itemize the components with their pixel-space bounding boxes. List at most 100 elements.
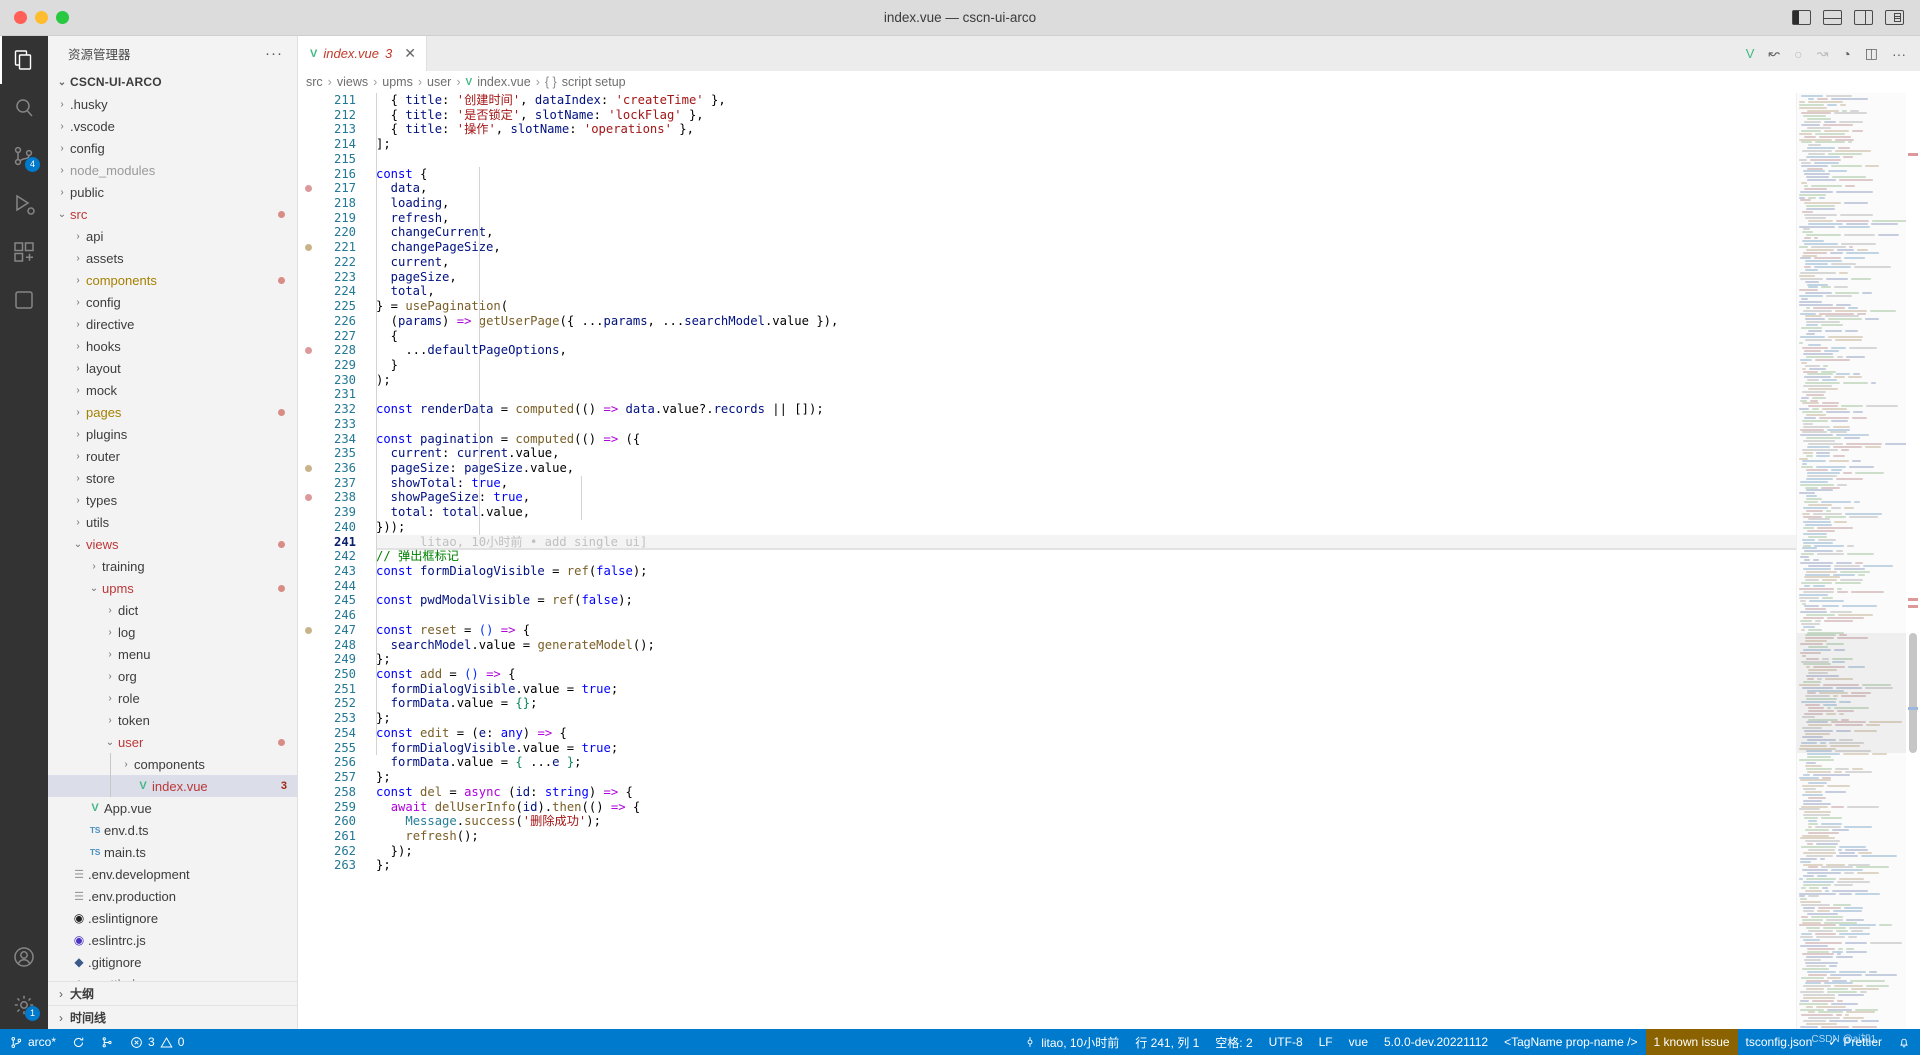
chevron-right-icon[interactable]: › [54,99,70,110]
tree-item[interactable]: › hooks [48,335,297,357]
code-line[interactable]: pageSize, [376,270,1796,285]
code-line[interactable]: formDialogVisible.value = true; [376,741,1796,756]
tree-item[interactable]: › components [48,269,297,291]
activity-accounts[interactable] [0,933,48,981]
tree-item[interactable]: › utils [48,511,297,533]
code-line[interactable]: }; [376,652,1796,667]
code-line[interactable]: pageSize: pageSize.value, [376,461,1796,476]
tree-item[interactable]: ◉ .eslintrc.js [48,929,297,951]
tree-item[interactable]: › pages [48,401,297,423]
status-tsconfig[interactable]: tsconfig.json [1738,1029,1821,1055]
code-line[interactable]: total: total.value, [376,505,1796,520]
code-line[interactable]: const pwdModalVisible = ref(false); [376,593,1796,608]
chevron-right-icon[interactable]: › [70,429,86,440]
breadcrumb-item[interactable]: script setup [562,75,626,89]
tree-item[interactable]: › role [48,687,297,709]
close-window-button[interactable] [14,11,27,24]
status-branch[interactable]: arco* [2,1029,64,1055]
status-known-issue[interactable]: 1 known issue [1645,1029,1738,1055]
status-blame[interactable]: litao, 10小时前 [1016,1029,1127,1055]
code-line[interactable]: { title: '是否锁定', slotName: 'lockFlag' }, [376,108,1796,123]
chevron-right-icon[interactable]: › [70,407,86,418]
code-line[interactable]: const edit = (e: any) => { [376,726,1796,741]
code-line[interactable]: { title: '操作', slotName: 'operations' }, [376,122,1796,137]
code-line[interactable]: }; [376,858,1796,873]
clock-icon[interactable]: ◔ [1842,46,1850,62]
window-controls[interactable] [0,11,69,24]
chevron-right-icon[interactable]: › [102,693,118,704]
code-line[interactable]: const reset = () => { [376,623,1796,638]
code-line[interactable]: const pagination = computed(() => ({ [376,432,1796,447]
chevron-right-icon[interactable]: › [70,451,86,462]
tree-item[interactable]: ☰ .env.production [48,885,297,907]
tree-item[interactable]: ⌄ views [48,533,297,555]
status-eol[interactable]: LF [1311,1029,1341,1055]
chevron-right-icon[interactable]: › [54,187,70,198]
chevron-right-icon[interactable]: › [70,385,86,396]
breadcrumb-item[interactable]: user [427,75,451,89]
layout-controls[interactable] [1792,10,1920,25]
file-tree[interactable]: ⌄ CSCN-UI-ARCO › .husky › .vscode › config › no… [48,71,297,981]
tree-item[interactable]: › components [48,753,297,775]
code-line[interactable]: formDialogVisible.value = true; [376,682,1796,697]
breadcrumb-item[interactable]: upms [382,75,413,89]
tree-item[interactable]: › types [48,489,297,511]
code-line[interactable]: })); [376,520,1796,535]
tree-item[interactable]: ☰ .env.development [48,863,297,885]
code-line[interactable]: formData.value = { ...e }; [376,755,1796,770]
chevron-right-icon[interactable]: › [54,121,70,132]
code-line[interactable]: const { [376,167,1796,182]
chevron-right-icon[interactable]: › [118,759,134,770]
code-line[interactable] [376,387,1796,402]
chevron-right-icon[interactable]: › [70,231,86,242]
customize-layout-icon[interactable] [1885,10,1904,25]
code-line[interactable]: } [376,358,1796,373]
chevron-down-icon[interactable]: ⌄ [102,737,118,748]
status-cursor-position[interactable]: 行 241, 列 1 [1127,1029,1207,1055]
code-line[interactable]: ); [376,373,1796,388]
chevron-right-icon[interactable]: › [70,495,86,506]
tree-item[interactable]: › layout [48,357,297,379]
tree-item[interactable]: › org [48,665,297,687]
tab-index-vue[interactable]: V index.vue 3 ✕ [298,36,427,71]
split-editor-icon[interactable]: ◫ [1865,45,1878,62]
tree-item[interactable]: › menu [48,643,297,665]
code-line[interactable]: refresh(); [376,829,1796,844]
tree-item[interactable]: › training [48,555,297,577]
minimize-window-button[interactable] [35,11,48,24]
tree-root-row[interactable]: ⌄ CSCN-UI-ARCO [48,71,297,93]
tree-item[interactable]: › .husky [48,93,297,115]
code-line[interactable]: { title: '创建时间', dataIndex: 'createTime'… [376,93,1796,108]
panel-bottom-icon[interactable] [1823,10,1842,25]
tree-item[interactable]: TS env.d.ts [48,819,297,841]
tree-item[interactable]: ⌄ upms [48,577,297,599]
chevron-right-icon[interactable]: › [102,605,118,616]
chevron-right-icon[interactable]: › [70,341,86,352]
activity-settings[interactable]: 1 [0,981,48,1029]
code-line[interactable]: const del = async (id: string) => { [376,785,1796,800]
breadcrumb-item[interactable]: src [306,75,323,89]
chevron-right-icon[interactable]: › [70,253,86,264]
editor-scrollbar[interactable] [1906,93,1920,1029]
chevron-right-icon[interactable]: › [102,671,118,682]
tree-item[interactable]: › node_modules [48,159,297,181]
status-indentation[interactable]: 空格: 2 [1207,1029,1260,1055]
status-notifications[interactable] [1890,1029,1918,1055]
minimap[interactable] [1796,93,1906,1029]
tree-item[interactable]: ◆ .prettierignore [48,973,297,982]
chevron-right-icon[interactable]: › [102,627,118,638]
chevron-right-icon[interactable]: › [70,517,86,528]
tree-item[interactable]: › directive [48,313,297,335]
tree-item[interactable]: › .vscode [48,115,297,137]
maximize-window-button[interactable] [56,11,69,24]
circle-icon[interactable]: ○ [1794,46,1802,62]
code-line[interactable]: changeCurrent, [376,225,1796,240]
activity-source-control[interactable]: 4 [0,132,48,180]
chevron-right-icon[interactable]: › [70,275,86,286]
tree-item[interactable]: › store [48,467,297,489]
chevron-right-icon[interactable]: › [86,561,102,572]
code-line[interactable]: const add = () => { [376,667,1796,682]
code-editor[interactable]: 211 212 213 214 215 216 217 218 219 220 221 222 223 2… [298,93,1920,1029]
status-language-mode[interactable]: vue [1341,1029,1376,1055]
code-line[interactable]: const formDialogVisible = ref(false); [376,564,1796,579]
